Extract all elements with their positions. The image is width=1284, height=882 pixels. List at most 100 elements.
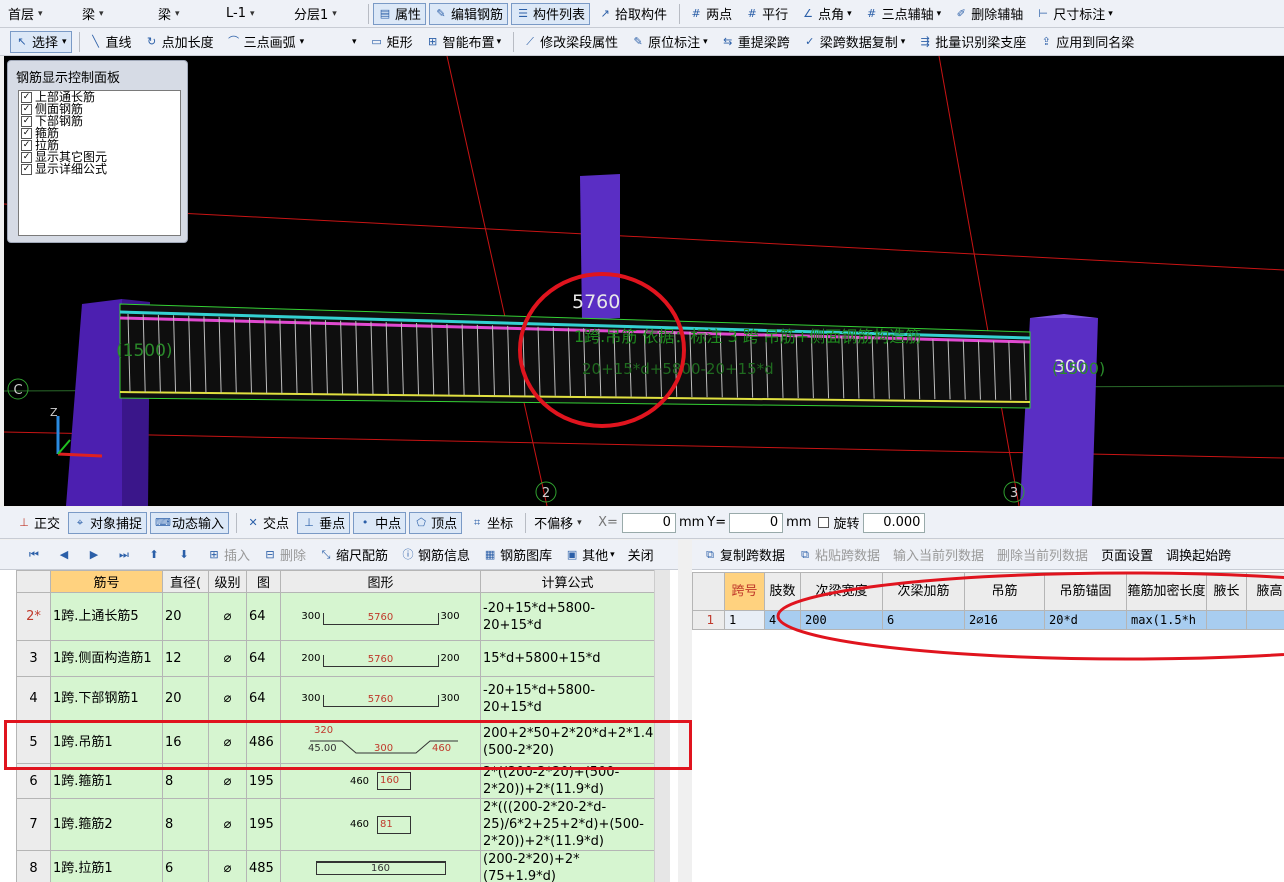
col-formula[interactable]: 计算公式	[480, 570, 655, 593]
grade-cell[interactable]: ⌀	[208, 850, 247, 882]
move-down-button[interactable]: ⬇	[172, 544, 199, 566]
table-row[interactable]: 7 1跨.箍筋2 8 ⌀ 195 460 81 2*(((200-2*20-2*d-25)/6…	[16, 798, 655, 851]
col-grade[interactable]: 级别	[208, 570, 247, 593]
bar-name-cell[interactable]: 1跨.侧面构造筋1	[50, 640, 163, 677]
diameter-cell[interactable]: 20	[162, 676, 209, 721]
3d-viewport[interactable]: C 2 3 5760 (1500) 300 (1500) 1跨.吊筋 依据：标注…	[4, 56, 1284, 506]
ortho-button[interactable]: ⊥ 正交	[12, 512, 65, 534]
col-bar-no[interactable]: 筋号	[50, 570, 163, 593]
table-row[interactable]: 4 1跨.下部钢筋1 20 ⌀ 64 300 5760 300 -20+15*d+5800-20…	[16, 676, 655, 721]
point-angle-button[interactable]: ∠ 点角 ▾	[796, 3, 857, 25]
bar-name-cell[interactable]: 1跨.上通长筋5	[50, 592, 163, 641]
checkbox[interactable]: ✓	[21, 91, 32, 103]
move-up-button[interactable]: ⬆	[142, 544, 169, 566]
rotate-checkbox[interactable]	[818, 517, 830, 528]
line-button[interactable]: ╲ 直线	[84, 31, 137, 53]
diameter-cell[interactable]: 12	[162, 640, 209, 677]
col-secondary-width[interactable]: 次梁宽度	[800, 572, 883, 611]
table-row[interactable]: 8 1跨.拉筋1 6 ⌀ 485 160 (200-2*20)+2*(75+1.9*d)	[16, 850, 655, 882]
col-dense-length[interactable]: 箍筋加密长度	[1126, 572, 1207, 611]
delete-button[interactable]: ⊟ 删除	[258, 544, 311, 566]
figure-cell[interactable]: 195	[246, 798, 281, 851]
next-record-button[interactable]: ▶	[82, 544, 109, 566]
properties-button[interactable]: ▤ 属性	[373, 2, 427, 25]
checkbox[interactable]: ✓	[21, 127, 32, 139]
col-diameter[interactable]: 直径(	[162, 570, 209, 593]
formula-cell[interactable]: -20+15*d+5800-20+15*d	[480, 592, 655, 641]
paste-span-button[interactable]: ⧉ 粘贴跨数据	[793, 544, 885, 566]
category-select[interactable]: 梁 ▾	[78, 3, 152, 25]
figure-cell[interactable]: 64	[246, 640, 281, 677]
first-record-button[interactable]: ⏮	[22, 544, 49, 566]
diameter-cell[interactable]: 20	[162, 592, 209, 641]
formula-cell[interactable]: 2*(((200-2*20-2*d-25)/6*2+25+2*d)+(500-2…	[480, 798, 655, 851]
offset-select[interactable]: 不偏移 ▾	[530, 512, 592, 534]
floor-select[interactable]: 首层 ▾	[4, 3, 76, 25]
shape-cell[interactable]: 460 81	[280, 798, 481, 851]
rotate-input[interactable]: 0.000	[863, 512, 926, 533]
row-number-cell[interactable]: 4	[16, 676, 51, 721]
row-number-cell[interactable]: 3	[16, 640, 51, 677]
diameter-cell[interactable]: 8	[162, 798, 209, 851]
shape-cell[interactable]: 200 5760 200	[280, 640, 481, 677]
col-haunch-height[interactable]: 腋高	[1246, 572, 1284, 611]
element-select[interactable]: L-1 ▾	[222, 3, 288, 25]
y-input[interactable]: 0	[729, 512, 784, 533]
formula-cell[interactable]: 15*d+5800+15*d	[480, 640, 655, 677]
table-row[interactable]: 3 1跨.侧面构造筋1 12 ⌀ 64 200 5760 200 15*d+5800+15*d	[16, 640, 655, 677]
col-figure[interactable]: 图	[246, 570, 281, 593]
three-point-axis-button[interactable]: # 三点辅轴 ▾	[860, 3, 947, 25]
prev-record-button[interactable]: ◀	[52, 544, 79, 566]
insert-button[interactable]: ⊞ 插入	[202, 544, 255, 566]
row-number-cell[interactable]: 7	[16, 798, 51, 851]
grade-cell[interactable]: ⌀	[208, 640, 247, 677]
type-select[interactable]: 梁 ▾	[154, 3, 220, 25]
re-extract-span-button[interactable]: ⇆ 重提梁跨	[716, 31, 795, 53]
col-secondary-add[interactable]: 次梁加筋	[882, 572, 965, 611]
edit-rebar-button[interactable]: ✎ 编辑钢筋	[429, 2, 509, 25]
in-place-annotation-button[interactable]: ✎ 原位标注 ▾	[626, 31, 713, 53]
row-number-cell[interactable]: 2*	[16, 592, 51, 641]
col-legs[interactable]: 肢数	[764, 572, 801, 611]
table-row[interactable]: 2* 1跨.上通长筋5 20 ⌀ 64 300 5760 300 -20+15*d+5800-2…	[16, 592, 655, 641]
col-span-no[interactable]: 跨号	[724, 572, 765, 611]
vertex-button[interactable]: ⬠ 顶点	[409, 511, 463, 534]
delete-column-button[interactable]: 删除当前列数据	[992, 544, 1093, 566]
checkbox[interactable]: ✓	[21, 163, 32, 175]
pick-component-button[interactable]: ↗ 拾取构件	[593, 3, 672, 25]
shape-cell[interactable]: 160	[280, 850, 481, 882]
grade-cell[interactable]: ⌀	[208, 676, 247, 721]
swap-start-button[interactable]: 调换起始跨	[1161, 544, 1236, 566]
col-shape[interactable]: 图形	[280, 570, 481, 593]
dynamic-input-button[interactable]: ⌨ 动态输入	[150, 511, 230, 534]
parallel-axis-button[interactable]: # 平行	[740, 3, 793, 25]
midpoint-button[interactable]: • 中点	[353, 511, 407, 534]
haunch-height-cell[interactable]	[1246, 610, 1284, 630]
bar-name-cell[interactable]: 1跨.箍筋2	[50, 798, 163, 851]
select-button[interactable]: ↖ 选择 ▾	[10, 30, 72, 53]
figure-cell[interactable]: 485	[246, 850, 281, 882]
delete-axis-button[interactable]: ✐ 删除辅轴	[949, 3, 1028, 25]
figure-cell[interactable]: 64	[246, 592, 281, 641]
page-setup-button[interactable]: 页面设置	[1096, 544, 1158, 566]
modify-segment-button[interactable]: ⟋ 修改梁段属性	[518, 31, 623, 53]
rebar-library-button[interactable]: ▦ 钢筋图库	[478, 544, 557, 566]
diameter-cell[interactable]: 6	[162, 850, 209, 882]
layer-select[interactable]: 分层1 ▾	[290, 3, 362, 25]
dense-cell[interactable]: max(1.5*h	[1126, 610, 1207, 630]
grade-cell[interactable]: ⌀	[208, 592, 247, 641]
copy-span-button[interactable]: ⧉ 复制跨数据	[698, 544, 790, 566]
perpendicular-button[interactable]: ⊥ 垂点	[297, 511, 351, 534]
scale-rebar-button[interactable]: ⤡ 缩尺配筋	[314, 544, 393, 566]
row-number-cell[interactable]: 8	[16, 850, 51, 882]
figure-cell[interactable]: 64	[246, 676, 281, 721]
col-haunch-length[interactable]: 腋长	[1206, 572, 1247, 611]
formula-cell[interactable]: -20+15*d+5800-20+15*d	[480, 676, 655, 721]
rebar-info-button[interactable]: ⓘ 钢筋信息	[396, 544, 475, 566]
two-point-axis-button[interactable]: # 两点	[684, 3, 737, 25]
apply-same-name-button[interactable]: ⇪ 应用到同名梁	[1034, 31, 1139, 53]
close-button[interactable]: 关闭	[623, 544, 659, 566]
three-point-arc-button[interactable]: ⌒ 三点画弧 ▾ ▾	[222, 31, 362, 53]
col-hanger-anchor[interactable]: 吊筋锚固	[1044, 572, 1127, 611]
checkbox[interactable]: ✓	[21, 115, 32, 127]
